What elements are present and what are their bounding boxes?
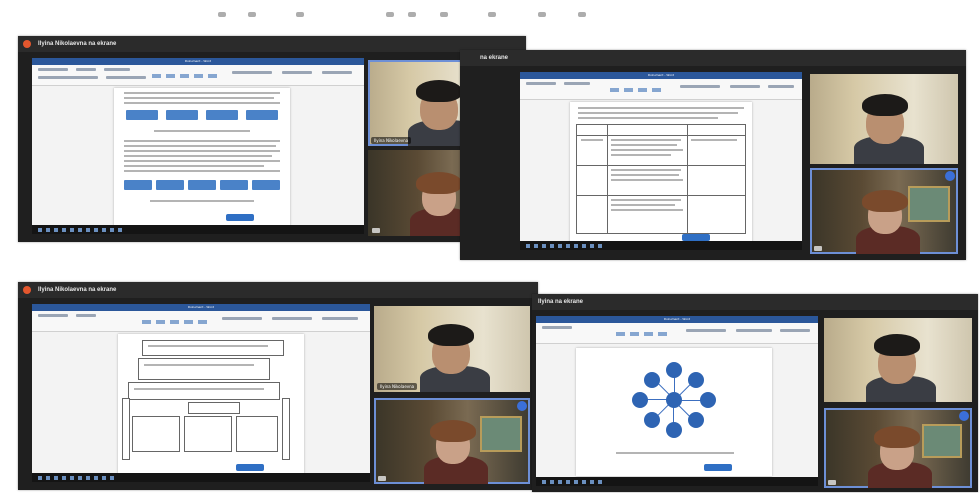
participant-tile-1[interactable] [824,318,972,402]
share-stop-button[interactable] [236,464,264,471]
participant-tile-1[interactable]: Ilyina Nikolaevna [374,306,530,392]
window-titlebar: Ilyina Nikolaevna na ekrane [18,36,526,52]
window-titlebar: Ilyina Nikolaevna na ekrane [18,282,538,298]
shared-screen-word: Dokument - Word [32,58,364,234]
word-ribbon [32,311,370,332]
document-page [576,348,772,476]
shared-screen-word: Dokument - Word [32,304,370,482]
shared-screen-word: Dokument - Word [520,72,802,250]
document-table [576,124,746,234]
diagram-center-node [666,392,682,408]
mic-icon [828,480,836,485]
window-titlebar: Ilyina na ekrane [532,294,978,310]
window-title: Ilyina Nikolaevna na ekrane [38,41,117,47]
window-title: na ekrane [480,55,509,61]
word-ribbon [520,79,802,100]
conference-window-3: Ilyina Nikolaevna na ekrane Dokument - W… [18,282,538,490]
diagram-node [688,412,704,428]
window-titlebar: na ekrane [460,50,966,66]
diagram-node [688,372,704,388]
share-stop-button[interactable] [704,464,732,471]
word-title: Dokument - Word [32,304,370,311]
document-page [114,88,290,226]
conference-window-4: Ilyina na ekrane Dokument - Word [532,294,978,492]
pin-icon[interactable] [959,411,969,421]
window-title: Ilyina Nikolaevna na ekrane [38,287,117,293]
participant-tile-2[interactable] [374,398,530,484]
share-stop-button[interactable] [226,214,254,221]
word-title: Dokument - Word [32,58,364,65]
participant-tile-2[interactable] [810,168,958,254]
record-icon [23,40,31,48]
mic-icon [378,476,386,481]
diagram-node [644,372,660,388]
pin-icon[interactable] [517,401,527,411]
pin-icon[interactable] [945,171,955,181]
top-decoration [0,0,980,34]
share-stop-button[interactable] [682,234,710,241]
diagram-node [666,362,682,378]
participant-name: Ilyina Nikolaevna [377,383,418,390]
document-page [570,102,752,242]
conference-window-2: na ekrane Dokument - Word [460,50,966,260]
taskbar [536,477,818,486]
participant-tile-2[interactable] [824,408,972,488]
participant-tile-1[interactable] [810,74,958,164]
shared-screen-word: Dokument - Word [536,316,818,486]
word-title: Dokument - Word [520,72,802,79]
mic-icon [814,246,822,251]
mic-icon [372,228,380,233]
diagram-node [644,412,660,428]
window-title: Ilyina na ekrane [538,299,584,305]
taskbar [32,225,364,234]
word-ribbon [32,65,364,86]
conference-window-1: Ilyina Nikolaevna na ekrane Dokument - W… [18,36,526,242]
diagram-node [666,422,682,438]
word-ribbon [536,323,818,344]
diagram-node [700,392,716,408]
taskbar [520,241,802,250]
document-page [118,334,304,474]
word-title: Dokument - Word [536,316,818,323]
diagram-node [632,392,648,408]
record-icon [23,286,31,294]
participant-name: Ilyina Nikolaevna [371,137,412,144]
taskbar [32,473,370,482]
